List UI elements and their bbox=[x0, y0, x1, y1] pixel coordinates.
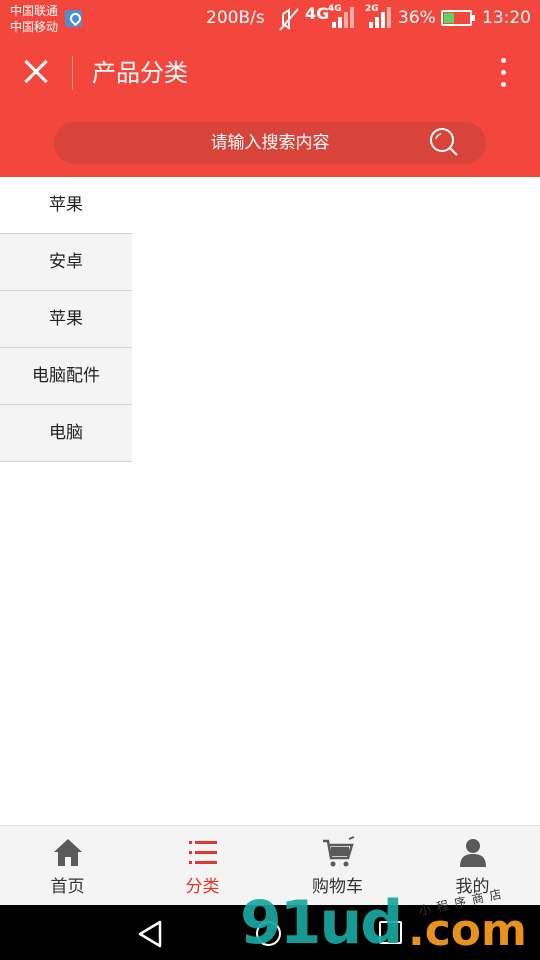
header-divider bbox=[72, 56, 73, 90]
close-icon[interactable] bbox=[18, 54, 54, 90]
list-icon bbox=[188, 841, 217, 864]
search-icon[interactable] bbox=[428, 126, 460, 158]
category-sidebar: 苹果 安卓 苹果 电脑配件 电脑 bbox=[0, 177, 132, 462]
carrier-names: 中国联通 中国移动 bbox=[10, 3, 58, 35]
page-title: 产品分类 bbox=[92, 59, 188, 87]
signal-icon: 2G bbox=[365, 4, 393, 34]
category-item[interactable]: 苹果 bbox=[0, 291, 132, 348]
status-bar: 中国联通 中国移动 200B/s 4G 4G 2G 36% 13:20 bbox=[0, 0, 540, 40]
signal-icon: 4G bbox=[328, 4, 356, 34]
carrier-1: 中国联通 bbox=[10, 4, 59, 18]
category-item[interactable]: 安卓 bbox=[0, 234, 132, 291]
search-input[interactable]: 请输入搜索内容 bbox=[54, 122, 486, 164]
category-item[interactable]: 电脑 bbox=[0, 405, 132, 462]
category-item[interactable]: 电脑配件 bbox=[0, 348, 132, 405]
net-speed: 200B/s bbox=[206, 8, 265, 28]
watermark-logo: 91ud bbox=[240, 888, 403, 958]
back-icon[interactable] bbox=[136, 919, 164, 949]
category-item[interactable]: 苹果 bbox=[0, 177, 132, 234]
tab-home[interactable]: 首页 bbox=[0, 826, 135, 906]
tab-label: 首页 bbox=[50, 877, 85, 897]
home-icon bbox=[53, 839, 82, 866]
battery-level bbox=[444, 13, 454, 23]
cart-icon bbox=[322, 836, 354, 867]
sim1-tag: 4G bbox=[328, 4, 342, 14]
battery-percent: 36% bbox=[398, 8, 436, 28]
sim2-tag: 2G bbox=[365, 4, 379, 14]
location-icon bbox=[65, 10, 82, 27]
mute-icon bbox=[279, 8, 299, 31]
more-vertical-icon[interactable] bbox=[494, 56, 514, 90]
battery-charging-icon bbox=[441, 10, 475, 26]
user-icon bbox=[459, 839, 486, 867]
search-placeholder: 请输入搜索内容 bbox=[210, 133, 330, 153]
app-header: 产品分类 请输入搜索内容 bbox=[0, 40, 540, 177]
carrier-2: 中国移动 bbox=[10, 20, 59, 34]
clock: 13:20 bbox=[482, 8, 531, 28]
network-type: 4G bbox=[305, 4, 330, 23]
